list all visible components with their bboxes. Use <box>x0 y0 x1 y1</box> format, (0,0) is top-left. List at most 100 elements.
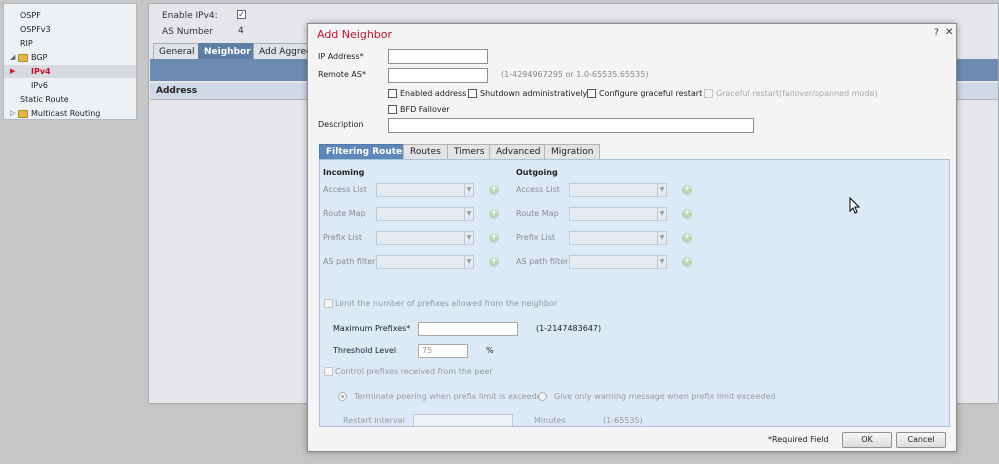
enabled-address-checkbox[interactable] <box>388 89 397 98</box>
restart-interval-label: Restart interval <box>343 416 405 425</box>
chevron-down-icon: ▼ <box>657 184 666 196</box>
max-prefixes-input[interactable] <box>418 322 518 336</box>
chevron-down-icon: ▼ <box>464 232 473 244</box>
tree-item-bgp[interactable]: ◢ BGP <box>4 51 136 64</box>
folder-icon <box>18 54 28 62</box>
outgoing-prefix-list-label: Prefix List <box>516 233 556 242</box>
warning-label: Give only warning message when prefix li… <box>554 392 776 401</box>
incoming-route-map-select[interactable]: ▼ <box>376 207 474 221</box>
restart-unit: Minutes <box>534 416 566 425</box>
incoming-access-list-select[interactable]: ▼ <box>376 183 474 197</box>
graceful-restart-label: Configure graceful restart <box>599 89 703 98</box>
control-prefixes-label: Control prefixes received from the peer <box>335 367 493 376</box>
threshold-input[interactable]: 75 <box>418 344 468 358</box>
threshold-unit: % <box>486 346 494 355</box>
outgoing-route-map-label: Route Map <box>516 209 559 218</box>
tab-advanced[interactable]: Advanced <box>489 144 548 159</box>
add-icon[interactable]: + <box>489 209 499 219</box>
ip-address-label: IP Address* <box>318 52 364 61</box>
as-number-value: 4 <box>238 26 244 36</box>
cancel-button[interactable]: Cancel <box>896 432 946 448</box>
bfd-fallover-label: BFD Fallover <box>400 105 450 114</box>
chevron-down-icon: ▼ <box>464 256 473 268</box>
outgoing-as-path-select[interactable]: ▼ <box>569 255 667 269</box>
ok-button[interactable]: OK <box>842 432 892 448</box>
description-label: Description <box>318 120 364 129</box>
incoming-as-path-select[interactable]: ▼ <box>376 255 474 269</box>
tab-migration[interactable]: Migration <box>544 144 601 159</box>
remote-as-label: Remote AS* <box>318 70 366 79</box>
graceful-mode-label: Graceful restart(failover/spanned mode) <box>716 89 878 98</box>
incoming-prefix-list-label: Prefix List <box>323 233 363 242</box>
tab-neighbor[interactable]: Neighbor <box>198 43 257 59</box>
as-number-label: AS Number <box>162 27 213 37</box>
outgoing-title: Outgoing <box>516 168 558 177</box>
max-prefixes-hint: (1-2147483647) <box>536 324 602 333</box>
threshold-label: Threshold Level <box>333 346 397 355</box>
max-prefixes-label: Maximum Prefixes* <box>333 324 411 333</box>
tree-item-static-route[interactable]: Static Route <box>4 93 136 106</box>
tree-item-ipv4[interactable]: ▶ IPv4 <box>4 65 136 78</box>
incoming-as-path-label: AS path filter <box>323 257 376 266</box>
limit-prefixes-label: Limit the number of prefixes allowed fro… <box>335 299 558 308</box>
tab-timers[interactable]: Timers <box>447 144 492 159</box>
remote-as-hint: (1-4294967295 or 1.0-65535.65535) <box>501 70 649 79</box>
selected-arrow-icon: ▶ <box>10 67 16 75</box>
shutdown-label: Shutdown administratively <box>480 89 588 98</box>
add-icon[interactable]: + <box>682 233 692 243</box>
incoming-route-map-label: Route Map <box>323 209 366 218</box>
add-icon[interactable]: + <box>489 185 499 195</box>
incoming-title: Incoming <box>323 168 365 177</box>
enable-ipv4-label: Enable IPv4: <box>162 11 218 21</box>
add-icon[interactable]: + <box>682 209 692 219</box>
tree-item-ospf[interactable]: OSPF <box>4 9 136 22</box>
collapse-triangle-icon[interactable]: ▷ <box>10 107 15 120</box>
incoming-prefix-list-select[interactable]: ▼ <box>376 231 474 245</box>
dialog-title: Add Neighbor <box>317 28 393 41</box>
shutdown-checkbox[interactable] <box>468 89 477 98</box>
graceful-mode-checkbox[interactable] <box>704 89 713 98</box>
control-prefixes-checkbox[interactable] <box>324 367 333 376</box>
ip-address-input[interactable] <box>388 49 488 64</box>
terminate-label: Terminate peering when prefix limit is e… <box>354 392 547 401</box>
incoming-access-list-label: Access List <box>323 185 367 194</box>
add-icon[interactable]: + <box>682 185 692 195</box>
add-icon[interactable]: + <box>489 233 499 243</box>
outgoing-as-path-label: AS path filter <box>516 257 569 266</box>
add-icon[interactable]: + <box>682 257 692 267</box>
description-input[interactable] <box>388 118 754 133</box>
warning-radio[interactable] <box>538 392 547 401</box>
tree-item-rip[interactable]: RIP <box>4 37 136 50</box>
enabled-address-label: Enabled address <box>400 89 467 98</box>
tab-routes[interactable]: Routes <box>403 144 448 159</box>
graceful-restart-checkbox[interactable] <box>587 89 596 98</box>
add-icon[interactable]: + <box>489 257 499 267</box>
expand-triangle-icon[interactable]: ◢ <box>10 51 15 64</box>
tab-filtering-routes[interactable]: Filtering Routes <box>319 144 415 159</box>
chevron-down-icon: ▼ <box>657 232 666 244</box>
chevron-down-icon: ▼ <box>464 184 473 196</box>
required-field-note: *Required Field <box>768 435 829 444</box>
chevron-down-icon: ▼ <box>657 208 666 220</box>
outgoing-prefix-list-select[interactable]: ▼ <box>569 231 667 245</box>
close-icon[interactable]: ✕ <box>945 27 953 38</box>
mouse-cursor-icon <box>849 197 861 214</box>
tab-general[interactable]: General <box>153 43 201 59</box>
tree-item-ipv6[interactable]: IPv6 <box>4 79 136 92</box>
remote-as-input[interactable] <box>388 68 488 83</box>
terminate-radio[interactable] <box>338 392 347 401</box>
restart-hint: (1-65535) <box>603 416 643 425</box>
chevron-down-icon: ▼ <box>657 256 666 268</box>
outgoing-access-list-select[interactable]: ▼ <box>569 183 667 197</box>
bfd-fallover-checkbox[interactable] <box>388 105 397 114</box>
folder-icon <box>18 110 28 118</box>
help-icon[interactable]: ? <box>934 28 939 38</box>
tree-item-multicast-routing[interactable]: ▷ Multicast Routing <box>4 107 136 120</box>
outgoing-access-list-label: Access List <box>516 185 560 194</box>
tree-item-ospfv3[interactable]: OSPFv3 <box>4 23 136 36</box>
routing-tree: OSPF OSPFv3 RIP ◢ BGP ▶ IPv4 IPv6 Static… <box>3 3 137 120</box>
enable-ipv4-checkbox[interactable]: ✓ <box>237 10 246 19</box>
restart-interval-input[interactable] <box>413 414 513 426</box>
outgoing-route-map-select[interactable]: ▼ <box>569 207 667 221</box>
limit-prefixes-checkbox[interactable] <box>324 299 333 308</box>
